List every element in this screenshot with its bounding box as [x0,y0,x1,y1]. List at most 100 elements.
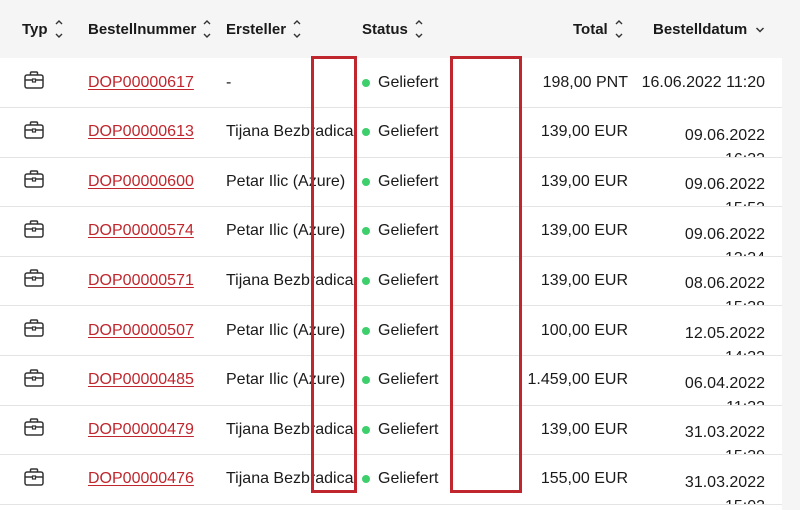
sort-updown-icon[interactable] [292,18,302,40]
status-cell: Geliefert [362,356,438,405]
creator-cell: Tijana Bezbradica [226,405,354,454]
status-cell: Geliefert [362,207,438,256]
status-dot-icon [362,376,370,385]
order-number-cell: DOP00000507 [88,306,194,355]
order-date-cell: 12.05.2022 14:33 [685,306,765,355]
total-cell: 139,00 EUR [541,256,628,305]
order-number-cell: DOP00000617 [88,58,194,107]
table-row[interactable]: DOP00000600 Petar Ilic (Azure) Geliefert 13… [0,157,782,208]
column-header-status[interactable]: Status [362,0,424,58]
creator-name: Petar Ilic (Azure) [226,222,346,240]
order-number-link[interactable]: DOP00000617 [88,74,194,92]
status-dot-icon [362,227,370,236]
table-row[interactable]: DOP00000613 Tijana Bezbradica Geliefert 139… [0,108,782,158]
sort-updown-icon[interactable] [414,18,424,40]
creator-name: Petar Ilic (Azure) [226,172,346,190]
total-value: 139,00 EUR [540,222,628,240]
column-header-order-number[interactable]: Bestellnummer [88,0,212,58]
order-number-cell: DOP00000485 [88,356,194,405]
column-header-type[interactable]: Typ [22,0,64,58]
creator-cell: Tijana Bezbradica [226,455,354,504]
status-label: Geliefert [378,222,439,240]
status-dot-icon [362,326,370,335]
status-dot-icon [362,425,370,434]
total-value: 1.459,00 EUR [527,371,628,389]
total-cell: 139,00 EUR [541,405,628,454]
column-header-creator[interactable]: Ersteller [226,0,302,58]
status-cell: Geliefert [362,455,438,504]
sort-updown-icon[interactable] [54,18,64,40]
briefcase-icon [23,268,45,293]
order-number-cell: DOP00000600 [88,157,194,206]
table-row[interactable]: DOP00000571 Tijana Bezbradica Geliefert 139… [0,256,782,307]
order-date: 09.06.2022 [684,225,765,243]
type-cell [22,108,46,157]
creator-name: Tijana Bezbradica [226,470,354,488]
table-row[interactable]: DOP00000479 Tijana Bezbradica Geliefert 139… [0,405,782,456]
table-row[interactable]: DOP00000476 Tijana Bezbradica Geliefert 155… [0,455,782,505]
total-value: 139,00 EUR [540,271,628,289]
orders-table: DOP00000617 - Geliefert 198,00 PNT 16.06.202… [0,58,782,510]
total-cell: 155,00 EUR [541,455,628,504]
briefcase-icon [23,219,45,244]
status-dot-icon [362,475,370,484]
table-row[interactable]: DOP00000574 Petar Ilic (Azure) Geliefert 13… [0,207,782,257]
status-dot-icon [362,128,370,137]
order-date-cell: 31.03.2022 15:03 [685,455,765,504]
order-number-link[interactable]: DOP00000571 [88,272,194,290]
table-row[interactable]: DOP00000485 Petar Ilic (Azure) Geliefert 1.… [0,356,782,406]
status-label: Geliefert [378,321,439,339]
creator-cell: Petar Ilic (Azure) [226,157,354,206]
type-cell [22,306,46,355]
column-header-order-date[interactable]: Bestelldatum [653,0,765,58]
status-label: Geliefert [378,172,439,190]
type-cell [22,356,46,405]
order-date: 16.06.2022 11:20 [641,73,765,91]
order-time: 14:33 [685,346,765,355]
chevron-down-icon[interactable] [755,21,765,38]
order-time: 15:53 [685,197,765,206]
table-row[interactable]: DOP00000507 Petar Ilic (Azure) Geliefert 10… [0,306,782,356]
type-cell [22,405,46,454]
status-cell: Geliefert [362,405,438,454]
type-cell [22,455,46,504]
table-row[interactable]: DOP00000617 - Geliefert 198,00 PNT 16.06.202… [0,58,782,108]
total-value: 155,00 EUR [540,470,628,488]
sort-updown-icon[interactable] [614,18,624,40]
briefcase-icon [23,120,45,145]
sort-updown-icon[interactable] [202,18,212,40]
type-cell [22,207,46,256]
order-time: 11:33 [685,396,765,405]
order-number-link[interactable]: DOP00000613 [88,123,194,141]
type-cell [22,157,46,206]
status-dot-icon [362,78,370,87]
total-cell: 139,00 EUR [541,108,628,157]
total-value: 139,00 EUR [540,172,628,190]
column-header-total[interactable]: Total [573,0,624,58]
order-number-link[interactable]: DOP00000507 [88,322,194,340]
order-number-link[interactable]: DOP00000600 [88,173,194,191]
creator-name: Tijana Bezbradica [226,123,354,141]
briefcase-icon [23,318,45,343]
order-date: 31.03.2022 [684,424,765,442]
order-number-link[interactable]: DOP00000476 [88,470,194,488]
briefcase-icon [23,70,45,95]
order-time: 15:03 [685,495,765,504]
order-number-cell: DOP00000479 [88,405,194,454]
order-date: 09.06.2022 [684,176,765,194]
order-time: 15:39 [685,445,765,454]
order-date-cell: 31.03.2022 15:39 [685,405,765,454]
order-date: 08.06.2022 [684,275,765,293]
order-date-cell: 06.04.2022 11:33 [685,356,765,405]
order-number-link[interactable]: DOP00000574 [88,222,194,240]
order-date-cell: 16.06.2022 11:20 [642,58,765,107]
table-header: Typ Bestellnummer Ersteller Status Total… [0,0,800,58]
total-cell: 139,00 EUR [541,157,628,206]
total-cell: 100,00 EUR [541,306,628,355]
status-label: Geliefert [378,73,439,91]
briefcase-icon [23,169,45,194]
order-number-link[interactable]: DOP00000485 [88,371,194,389]
order-date: 31.03.2022 [684,473,765,491]
order-time: 16:33 [685,148,765,157]
order-number-link[interactable]: DOP00000479 [88,421,194,439]
